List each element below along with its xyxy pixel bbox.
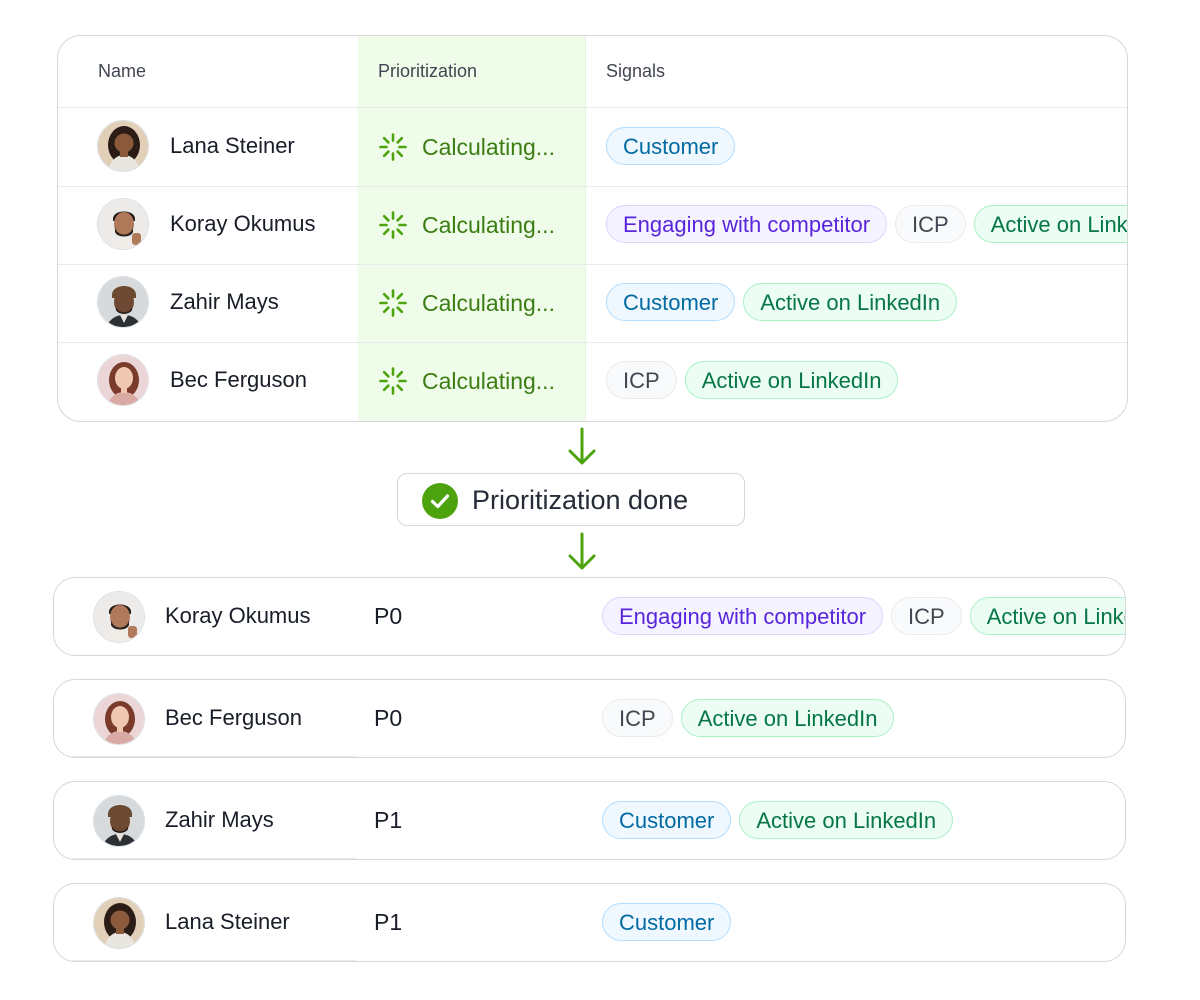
signal-badge: Active on LinkedIn	[739, 801, 954, 839]
avatar	[97, 276, 149, 328]
calculating-label: Calculating...	[422, 133, 555, 160]
person-name: Zahir Mays	[170, 289, 279, 314]
signal-badges: Engaging with competitor ICP Active on L…	[602, 597, 1125, 635]
person-name: Zahir Mays	[165, 807, 274, 832]
table-row[interactable]: Zahir Mays Calculating... Customer Activ…	[58, 264, 1127, 343]
signal-badge: ICP	[602, 699, 673, 737]
calculating-label: Calculating...	[422, 289, 555, 316]
arrow-down-icon	[568, 532, 596, 570]
signal-badges: Engaging with competitor ICP Active on L…	[606, 205, 1127, 243]
priority-value: P1	[374, 909, 403, 935]
prioritization-done-status: Prioritization done	[397, 473, 745, 526]
arrow-down-icon	[568, 427, 596, 465]
signal-badge: ICP	[895, 205, 966, 243]
avatar	[93, 795, 145, 847]
person-name: Bec Ferguson	[165, 705, 302, 730]
signal-badge: Customer	[606, 283, 736, 321]
person-name: Bec Ferguson	[170, 367, 307, 392]
signal-badge: Active on LinkedIn	[684, 361, 899, 399]
signal-badge: Engaging with competitor	[602, 597, 884, 635]
divider	[72, 960, 356, 961]
avatar	[93, 591, 145, 643]
person-name: Lana Steiner	[170, 133, 295, 158]
calculating-status: Calculating...	[378, 210, 555, 240]
signal-badges: Customer	[602, 903, 732, 941]
signal-badge: Active on LinkedIn	[973, 205, 1127, 243]
priority-value: P1	[374, 807, 403, 833]
table-row[interactable]: Bec Ferguson Calculating... ICP Active o…	[58, 342, 1127, 420]
person-name: Koray Okumus	[165, 603, 311, 628]
avatar	[97, 198, 149, 250]
check-circle-icon	[422, 483, 458, 519]
calculating-label: Calculating...	[422, 367, 555, 394]
column-header-name[interactable]: Name	[98, 61, 146, 82]
prioritized-row[interactable]: Koray Okumus P0 Engaging with competitor…	[53, 577, 1126, 656]
avatar	[97, 120, 149, 172]
avatar	[93, 693, 145, 745]
table-header: Name Prioritization Signals	[58, 36, 1127, 108]
signal-badges: ICP Active on LinkedIn	[602, 699, 895, 737]
column-header-signals[interactable]: Signals	[606, 61, 665, 82]
signal-badge: Active on LinkedIn	[680, 699, 895, 737]
signal-badges: Customer	[606, 127, 736, 165]
column-header-prioritization[interactable]: Prioritization	[378, 61, 477, 82]
signal-badge: ICP	[606, 361, 677, 399]
signal-badge: ICP	[891, 597, 962, 635]
signal-badge: Customer	[606, 127, 736, 165]
prioritized-row[interactable]: Zahir Mays P1 Customer Active on LinkedI…	[53, 781, 1126, 860]
signal-badge: Active on LinkedIn	[969, 597, 1125, 635]
person-name: Koray Okumus	[170, 211, 316, 236]
signal-badge: Customer	[602, 801, 732, 839]
avatar	[97, 354, 149, 406]
priority-value: P0	[374, 603, 403, 629]
priority-value: P0	[374, 705, 403, 731]
person-name: Lana Steiner	[165, 909, 290, 934]
calculating-status: Calculating...	[378, 366, 555, 396]
calculating-status: Calculating...	[378, 288, 555, 318]
table-row[interactable]: Lana Steiner Calculating... Customer	[58, 108, 1127, 187]
signal-badges: ICP Active on LinkedIn	[606, 361, 899, 399]
signal-badge: Customer	[602, 903, 732, 941]
prioritized-row[interactable]: Lana Steiner P1 Customer	[53, 883, 1126, 962]
prioritization-table: Name Prioritization Signals Lana Steiner…	[57, 35, 1128, 422]
signal-badge: Engaging with competitor	[606, 205, 888, 243]
avatar	[93, 897, 145, 949]
loading-spinner-icon	[379, 289, 407, 317]
divider	[72, 756, 356, 757]
signal-badges: Customer Active on LinkedIn	[602, 801, 954, 839]
signal-badges: Customer Active on LinkedIn	[606, 283, 958, 321]
prioritized-row[interactable]: Bec Ferguson P0 ICP Active on LinkedIn	[53, 679, 1126, 758]
calculating-label: Calculating...	[422, 211, 555, 238]
signal-badge: Active on LinkedIn	[743, 283, 958, 321]
calculating-status: Calculating...	[378, 132, 555, 162]
loading-spinner-icon	[379, 133, 407, 161]
divider	[72, 858, 356, 859]
loading-spinner-icon	[379, 367, 407, 395]
status-label: Prioritization done	[472, 485, 689, 515]
loading-spinner-icon	[379, 211, 407, 239]
table-row[interactable]: Koray Okumus Calculating... Engaging wit…	[58, 186, 1127, 265]
